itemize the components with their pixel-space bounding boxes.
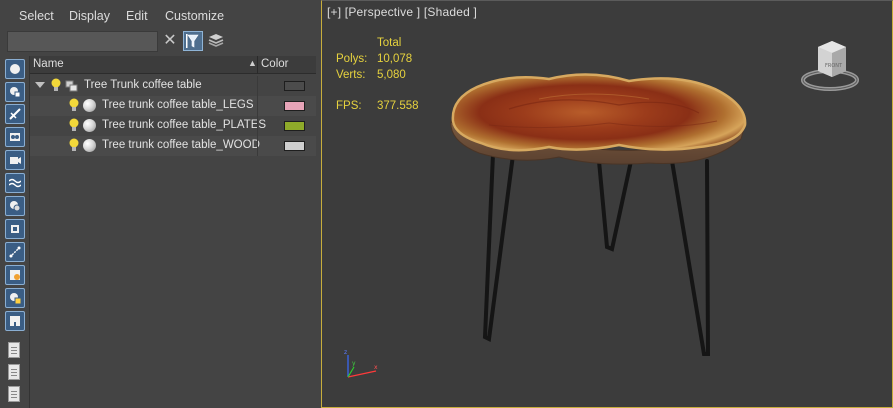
column-divider xyxy=(257,96,258,116)
color-swatch[interactable] xyxy=(284,101,305,111)
display-selected-icon[interactable] xyxy=(5,311,25,331)
svg-text:x: x xyxy=(374,364,378,371)
display-shapes-icon[interactable] xyxy=(5,104,25,124)
column-color-header[interactable]: Color xyxy=(261,58,288,70)
svg-text:y: y xyxy=(352,360,356,367)
menu-bar: Select Display Edit Customize xyxy=(0,5,316,27)
menu-display[interactable]: Display xyxy=(69,9,110,23)
tree-row-label: Tree trunk coffee table_WOOD xyxy=(102,139,260,151)
polys-value: 10,078 xyxy=(377,53,413,65)
axis-tripod-icon: z y x xyxy=(344,349,378,378)
column-name-header[interactable]: Name xyxy=(33,58,64,70)
tree-header: Name ▲ Color xyxy=(30,56,316,74)
display-bones-icon[interactable] xyxy=(5,242,25,262)
tree-row-group[interactable]: Tree Trunk coffee table xyxy=(30,76,316,96)
coffee-table-model[interactable] xyxy=(449,69,749,365)
tree-row-legs[interactable]: Tree trunk coffee table_LEGS xyxy=(30,96,316,116)
display-spacewarps-icon[interactable] xyxy=(5,196,25,216)
viewport-label[interactable]: [+] [Perspective ] [Shaded ] xyxy=(327,5,477,19)
explorer-vertical-toolbar xyxy=(3,57,27,408)
menu-customize[interactable]: Customize xyxy=(165,9,224,23)
column-divider xyxy=(257,136,258,156)
display-none-icon[interactable] xyxy=(5,59,25,79)
menu-select[interactable]: Select xyxy=(19,9,54,23)
search-input[interactable] xyxy=(7,31,158,52)
color-swatch[interactable] xyxy=(284,141,305,151)
tree-row-label: Tree trunk coffee table_LEGS xyxy=(102,99,254,111)
tree-row-plates[interactable]: Tree trunk coffee table_PLATES xyxy=(30,116,316,136)
document-list-icon[interactable] xyxy=(8,386,20,402)
document-icon[interactable] xyxy=(8,342,20,358)
column-divider xyxy=(257,76,258,96)
scene-tree: Name ▲ Color Tree Trunk coffee table Tre xyxy=(29,56,316,408)
group-icon xyxy=(65,80,78,92)
fps-label: FPS: xyxy=(336,100,362,112)
display-lights-icon[interactable] xyxy=(5,127,25,147)
funnel-icon[interactable] xyxy=(183,31,203,51)
tree-row-label: Tree trunk coffee table_PLATES xyxy=(102,119,267,131)
lightbulb-icon[interactable] xyxy=(68,118,80,133)
display-groups-icon[interactable] xyxy=(5,219,25,239)
layers-icon[interactable] xyxy=(207,32,225,50)
polys-label: Polys: xyxy=(336,53,368,65)
viewcube-icon[interactable]: FRONT xyxy=(800,37,860,97)
display-xrefs-icon[interactable] xyxy=(5,265,25,285)
close-icon[interactable]: ✕ xyxy=(162,32,178,50)
lightbulb-icon[interactable] xyxy=(68,98,80,113)
perspective-viewport[interactable]: [+] [Perspective ] [Shaded ] Total Polys… xyxy=(321,0,893,408)
column-divider[interactable] xyxy=(257,56,258,74)
expand-arrow-icon[interactable] xyxy=(35,82,45,88)
geometry-sphere-icon xyxy=(83,139,96,152)
color-swatch[interactable] xyxy=(284,121,305,131)
lightbulb-icon[interactable] xyxy=(68,138,80,153)
sort-arrow-icon[interactable]: ▲ xyxy=(248,58,257,68)
table-legs xyxy=(482,152,711,356)
viewcube-front-label: FRONT xyxy=(825,63,843,69)
column-divider xyxy=(257,116,258,136)
stats-header: Total xyxy=(377,37,402,49)
tree-row-label: Tree Trunk coffee table xyxy=(84,79,202,91)
verts-value: 5,080 xyxy=(377,69,406,81)
display-geometry-icon[interactable] xyxy=(5,82,25,102)
display-containers-icon[interactable] xyxy=(5,288,25,308)
menu-edit[interactable]: Edit xyxy=(126,9,148,23)
color-swatch[interactable] xyxy=(284,81,305,91)
scene-explorer: Select Display Edit Customize ✕ Name ▲ C… xyxy=(0,0,316,408)
svg-text:z: z xyxy=(344,349,347,356)
lightbulb-icon[interactable] xyxy=(50,78,62,93)
geometry-sphere-icon xyxy=(83,119,96,132)
document-blank-icon[interactable] xyxy=(8,364,20,380)
geometry-sphere-icon xyxy=(83,99,96,112)
display-helpers-icon[interactable] xyxy=(5,173,25,193)
verts-label: Verts: xyxy=(336,69,366,81)
fps-value: 377.558 xyxy=(377,100,419,112)
display-cameras-icon[interactable] xyxy=(5,150,25,170)
tree-row-wood[interactable]: Tree trunk coffee table_WOOD xyxy=(30,136,316,156)
